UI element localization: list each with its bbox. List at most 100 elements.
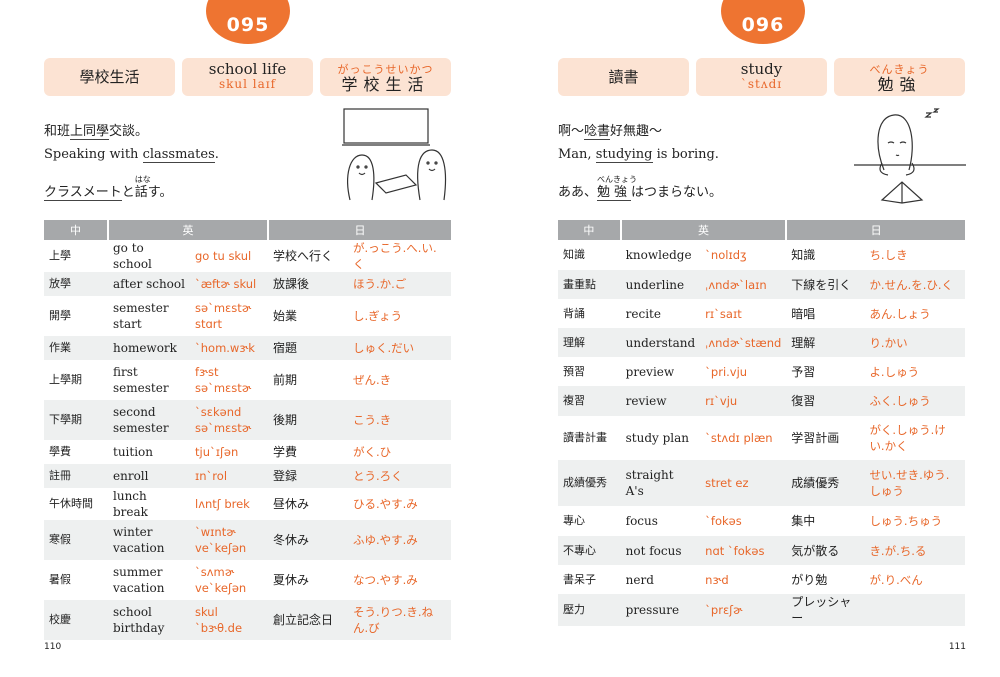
term-en: tuition xyxy=(113,445,154,459)
term-zh: 學費 xyxy=(49,445,71,458)
term-zh: 背誦 xyxy=(563,306,585,320)
classroom-illustration xyxy=(342,108,447,201)
term-phonetic: ˌʌndɚ`stænd xyxy=(700,328,787,357)
term-phonetic: `nolɪdʒ xyxy=(705,248,747,262)
term-jp: 復習 xyxy=(786,386,865,416)
term-jp: 創立記念日 xyxy=(268,600,348,640)
term-en: review xyxy=(620,386,701,416)
right-page: 096 讀書 study `stʌdɪ べんきょう 勉強 啊～唸書好無趣～ Man,… xyxy=(558,0,966,677)
term-jp: 登録 xyxy=(268,464,348,488)
term-jp: 始業 xyxy=(273,309,298,323)
topic-zh: 學校生活 xyxy=(44,58,175,96)
term-kana: が.り.べん xyxy=(869,572,923,587)
term-en: study plan xyxy=(625,431,690,445)
left-page: 095 學校生活 school life skul laɪf がっこうせいかつ 学校… xyxy=(44,0,452,677)
term-jp: 前期 xyxy=(273,373,298,387)
table-row: 寒假 winter vacation `wɪntɚ ve`keʃən 冬休み ふゆ.やす… xyxy=(44,520,451,560)
term-jp: 冬休み xyxy=(268,520,348,560)
term-zh: 複習 xyxy=(558,386,621,416)
term-jp: 夏休み xyxy=(273,573,310,587)
term-kana: あん.しょう xyxy=(869,306,931,321)
term-jp: 暗唱 xyxy=(791,306,816,321)
term-en: knowledge xyxy=(625,248,692,262)
example-zh: 和班上同學交談。 xyxy=(44,124,149,140)
term-en: summer vacation xyxy=(113,565,165,595)
term-zh: 成績優秀 xyxy=(558,460,621,506)
term-jp: 学校へ行く xyxy=(273,249,334,263)
term-jp: 知識 xyxy=(791,248,816,262)
term-kana: せい.せき.ゆう.しゅう xyxy=(864,460,965,506)
table-row: 放學 after school `æftɚ skul 放課後 ほう.か.ご xyxy=(44,272,451,296)
term-phonetic: fɝst sə`mɛstɚ xyxy=(195,365,252,395)
term-kana: よ.しゅう xyxy=(869,364,920,379)
term-phonetic: ɪn`rol xyxy=(190,464,268,488)
term-kana: ひる.やす.み xyxy=(353,497,418,511)
term-kana: き.が.ち.る xyxy=(864,536,965,565)
col-zh: 中 xyxy=(558,220,622,240)
term-kana: ほう.か.ご xyxy=(348,272,451,296)
term-zh: 壓力 xyxy=(558,594,621,626)
term-phonetic: `hom.wɝk xyxy=(190,336,268,360)
term-phonetic: `prɛʃɚ xyxy=(700,594,787,626)
topic-jp: べんきょう 勉強 xyxy=(834,58,965,96)
table-row: 開學 semester start sə`mɛstɚ stɑrt 始業 し.ぎょう xyxy=(44,296,451,336)
term-en: underline xyxy=(620,270,701,299)
table-row: 校慶 school birthday skul `bɝθ.de 創立記念日 そう.りつ.… xyxy=(44,600,451,640)
term-zh: 註冊 xyxy=(44,464,108,488)
term-kana: ふく.しゅう xyxy=(864,386,965,416)
term-en: after school xyxy=(108,272,190,296)
term-en: homework xyxy=(108,336,190,360)
term-en: lunch break xyxy=(113,489,148,519)
term-zh: 下學期 xyxy=(44,400,108,440)
term-phonetic: nɝd xyxy=(705,572,729,587)
table-row: 學費 tuition tju`ɪʃən 学費 がく.ひ xyxy=(44,440,451,464)
term-phonetic: go tu skul xyxy=(195,249,252,263)
term-kana: し.ぎょう xyxy=(353,309,403,323)
term-phonetic: `fokəs xyxy=(705,514,742,528)
topic-jp-text: 勉強 xyxy=(877,75,922,94)
term-zh: 開學 xyxy=(49,309,71,322)
term-phonetic: stret ez xyxy=(700,460,787,506)
term-phonetic: lʌntʃ brek xyxy=(195,497,250,511)
term-zh: 專心 xyxy=(563,514,585,527)
topic-en: study `stʌdɪ xyxy=(696,58,827,96)
term-en: focus xyxy=(625,514,658,528)
term-kana: そう.りつ.き.ねん.び xyxy=(348,600,451,640)
term-zh: 知識 xyxy=(563,248,585,261)
term-jp: 後期 xyxy=(268,400,348,440)
topic-en-text: school life xyxy=(208,60,287,78)
vocab-table: 中英日 知識 knowledge `nolɪdʒ 知識 ち.しき 畫重點 underline… xyxy=(558,220,965,626)
term-en: semester start xyxy=(113,301,169,331)
term-en: understand xyxy=(620,328,701,357)
term-zh: 放學 xyxy=(44,272,108,296)
term-jp: 集中 xyxy=(791,514,816,528)
bored-student-illustration xyxy=(854,108,966,204)
table-row: 理解 understand ˌʌndɚ`stænd 理解 り.かい xyxy=(558,328,965,357)
topic-jp: がっこうせいかつ 学校生活 xyxy=(320,58,451,96)
term-en: straight A's xyxy=(620,460,701,506)
table-row: 專心 focus `fokəs 集中 しゅう.ちゅう xyxy=(558,506,965,536)
term-en: go to school xyxy=(113,241,152,271)
term-kana: とう.ろく xyxy=(348,464,451,488)
term-jp: 宿題 xyxy=(268,336,348,360)
term-zh: 暑假 xyxy=(49,573,71,586)
table-row: 畫重點 underline ˌʌndɚ`laɪn 下線を引く か.せん.を.ひ.く xyxy=(558,270,965,299)
term-jp: 予習 xyxy=(791,364,816,379)
term-kana: ふゆ.やす.み xyxy=(348,520,451,560)
col-en: 英 xyxy=(108,220,269,240)
topic-zh-text: 學校生活 xyxy=(79,67,140,86)
term-jp: 昼休み xyxy=(273,497,310,511)
example-jp: クラスメートと はな 話す。 xyxy=(44,175,173,201)
page-number: 110 xyxy=(44,642,62,652)
table-row: 預習 preview `pri.vju 予習 よ.しゅう xyxy=(558,357,965,386)
topic-zh-text: 讀書 xyxy=(608,67,639,86)
term-jp: 理解 xyxy=(786,328,865,357)
term-en: not focus xyxy=(620,536,701,565)
table-row: 知識 knowledge `nolɪdʒ 知識 ち.しき xyxy=(558,240,965,270)
vocab-table: 中英日 上學 go to school go tu skul 学校へ行く が.っこう.へ… xyxy=(44,220,451,640)
unit-number-badge: 095 xyxy=(206,0,290,44)
term-kana: こう.き xyxy=(348,400,451,440)
term-zh: 不專心 xyxy=(558,536,621,565)
term-jp: 放課後 xyxy=(268,272,348,296)
table-row: 成績優秀 straight A's stret ez 成績優秀 せい.せき.ゆう.しゅう xyxy=(558,460,965,506)
